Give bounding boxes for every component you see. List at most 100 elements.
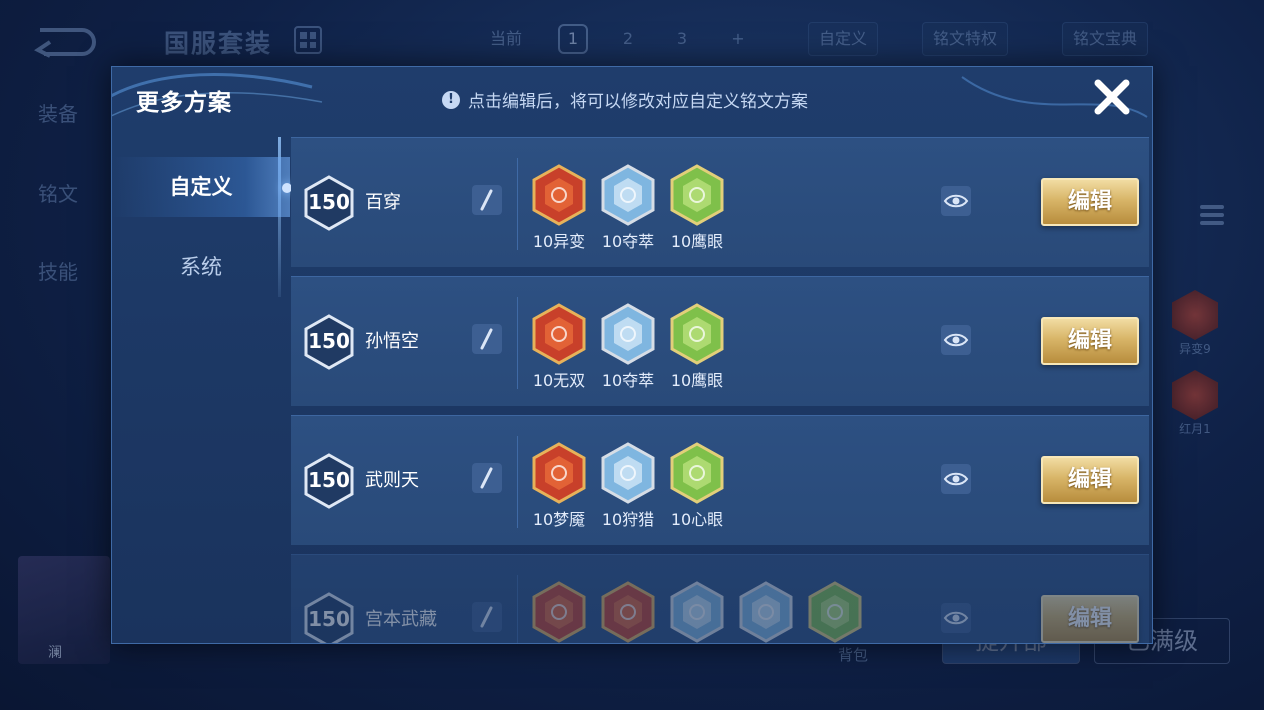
- edit-button[interactable]: 编辑: [1041, 595, 1139, 643]
- fortress-rune-icon: [532, 164, 586, 226]
- level-badge: 150: [303, 313, 355, 371]
- preview-button[interactable]: [941, 186, 971, 216]
- edit-button[interactable]: 编辑: [1041, 317, 1139, 365]
- privilege-button[interactable]: 铭文特权: [922, 22, 1009, 56]
- modal-title: 更多方案: [136, 90, 232, 116]
- pen-icon: [480, 328, 493, 350]
- rune-label: 10狩猎: [601, 510, 655, 529]
- rune-slot[interactable]: 10无双: [528, 303, 590, 391]
- level-badge: 150: [303, 174, 355, 232]
- rune-slot[interactable]: 10鹰眼: [666, 164, 728, 252]
- tab-custom-label: 自定义: [169, 175, 233, 199]
- level-number: 150: [308, 329, 350, 353]
- info-icon: !: [442, 90, 460, 109]
- clover-rune-icon: [808, 581, 862, 643]
- rune-label: 10无双: [532, 371, 586, 390]
- hero-name: 澜: [48, 645, 62, 661]
- rename-button[interactable]: [472, 324, 502, 354]
- triquetra-rune-icon: [601, 303, 655, 365]
- page-title: 国服套装: [164, 29, 273, 58]
- grid-icon[interactable]: [294, 26, 322, 54]
- tab-system[interactable]: 系统: [112, 237, 290, 297]
- level-number: 150: [308, 190, 350, 214]
- level-badge: 150: [303, 452, 355, 510]
- preview-button[interactable]: [941, 603, 971, 633]
- rename-button[interactable]: [472, 463, 502, 493]
- rune-slot[interactable]: [597, 581, 659, 643]
- lightning-rune-icon: [670, 581, 724, 643]
- plan-name: 武则天: [365, 470, 419, 491]
- menu-runes[interactable]: 铭文: [38, 178, 78, 207]
- rune-slot[interactable]: 10狩猎: [597, 442, 659, 530]
- rune-slot[interactable]: 10心眼: [666, 442, 728, 530]
- rune-label: 10鹰眼: [670, 371, 724, 390]
- rune-slot[interactable]: 10异变: [528, 164, 590, 252]
- tab-1[interactable]: 1: [558, 24, 588, 54]
- edit-button[interactable]: 编辑: [1041, 178, 1139, 226]
- tab-add[interactable]: +: [724, 24, 752, 54]
- clover-rune-icon: [670, 164, 724, 226]
- plan-name: 孙悟空: [365, 331, 419, 352]
- rename-button[interactable]: [472, 602, 502, 632]
- tab-3[interactable]: 3: [668, 24, 696, 54]
- plan-row: 150 百穿 10异变 10夺萃 10鹰眼 编辑: [291, 137, 1149, 267]
- pen-icon: [480, 606, 493, 628]
- pen-icon: [480, 189, 493, 211]
- rune-slot[interactable]: [666, 581, 728, 643]
- right-rune-1[interactable]: 异变9: [1172, 290, 1218, 357]
- rune-label: 10鹰眼: [670, 232, 724, 251]
- plan-row: 150 宫本武藏 编辑: [291, 554, 1149, 643]
- tab-current[interactable]: 当前: [478, 24, 534, 54]
- more-plans-modal: 更多方案 ! 点击编辑后，将可以修改对应自定义铭文方案 自定义 系统 150 百穿…: [111, 66, 1153, 644]
- level-number: 150: [308, 468, 350, 492]
- clover-rune-icon: [670, 303, 724, 365]
- row-divider: [517, 158, 518, 250]
- right-rune-2[interactable]: 红月1: [1172, 370, 1218, 437]
- custom-button[interactable]: 自定义: [808, 22, 879, 56]
- tab-2[interactable]: 2: [614, 24, 642, 54]
- diamond-rune-icon: [532, 303, 586, 365]
- leaf-rune-icon: [670, 442, 724, 504]
- menu-skills[interactable]: 技能: [38, 256, 78, 285]
- rune-slot[interactable]: 10夺萃: [597, 164, 659, 252]
- modal-header: 更多方案 ! 点击编辑后，将可以修改对应自定义铭文方案: [112, 67, 1152, 129]
- lightning-rune-icon: [601, 442, 655, 504]
- codex-button[interactable]: 铭文宝典: [1062, 22, 1149, 56]
- menu-equipment[interactable]: 装备: [38, 98, 78, 127]
- triquetra-rune-icon: [601, 164, 655, 226]
- level-badge: 150: [303, 591, 355, 643]
- rune-label: 10夺萃: [601, 371, 655, 390]
- plan-name: 百穿: [365, 192, 401, 213]
- rune-slot[interactable]: [804, 581, 866, 643]
- pen-icon: [480, 467, 493, 489]
- hint-label: 点击编辑后，将可以修改对应自定义铭文方案: [468, 92, 808, 112]
- hint-text: ! 点击编辑后，将可以修改对应自定义铭文方案: [442, 87, 808, 112]
- eye-icon: [943, 472, 969, 486]
- preview-button[interactable]: [941, 325, 971, 355]
- flame-rune-icon: [532, 442, 586, 504]
- plan-row: 150 孙悟空 10无双 10夺萃 10鹰眼 编辑: [291, 276, 1149, 406]
- eye-icon: [943, 194, 969, 208]
- hero-avatar[interactable]: [18, 556, 110, 664]
- back-arrow-icon[interactable]: [30, 22, 100, 58]
- rune-label: 10心眼: [670, 510, 724, 529]
- tab-custom[interactable]: 自定义: [112, 157, 292, 217]
- rename-button[interactable]: [472, 185, 502, 215]
- rune-slot[interactable]: 10夺萃: [597, 303, 659, 391]
- edit-button[interactable]: 编辑: [1041, 456, 1139, 504]
- plan-row: 150 武则天 10梦魇 10狩猎 10心眼 编辑: [291, 415, 1149, 545]
- rune-slot[interactable]: [528, 581, 590, 643]
- row-divider: [517, 575, 518, 643]
- plan-list: 150 百穿 10异变 10夺萃 10鹰眼 编辑 150 孙悟空 10无双 10夺萃 10鹰眼 编辑 1…: [291, 137, 1149, 643]
- eye-icon: [943, 611, 969, 625]
- level-number: 150: [308, 607, 350, 631]
- close-icon[interactable]: [1092, 77, 1132, 117]
- rune-label: 10梦魇: [532, 510, 586, 529]
- row-divider: [517, 436, 518, 528]
- bag-label: 背包: [838, 646, 869, 664]
- rune-slot[interactable]: 10梦魇: [528, 442, 590, 530]
- preview-button[interactable]: [941, 464, 971, 494]
- menu-icon[interactable]: [1200, 205, 1224, 229]
- rune-slot[interactable]: 10鹰眼: [666, 303, 728, 391]
- rune-slot[interactable]: [735, 581, 797, 643]
